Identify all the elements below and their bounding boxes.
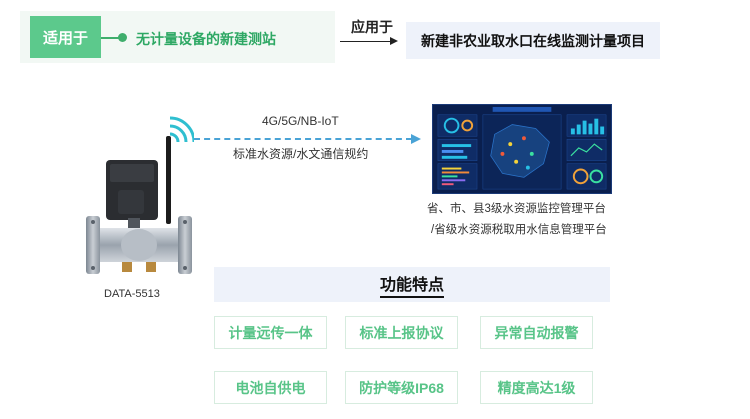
monitoring-dashboard-image (432, 104, 612, 194)
applied-label: 应用于 (351, 19, 393, 35)
arrow-right-icon (411, 134, 421, 144)
arrow-right-icon (390, 37, 398, 45)
wifi-signal-icon (169, 116, 194, 143)
platform-label-line-1: 省、市、县3级水资源监控管理平台 (427, 203, 606, 215)
feature-item: 标准上报协议 (345, 316, 458, 349)
applicable-tag: 适用于 (30, 16, 101, 58)
features-header: 功能特点 (214, 267, 610, 302)
feature-item: 计量远传一体 (214, 316, 327, 349)
feature-item: 电池自供电 (214, 371, 327, 404)
features-title: 功能特点 (379, 271, 444, 298)
feature-item: 精度高达1级 (480, 371, 593, 404)
network-protocol-label: 4G/5G/NB-IoT (262, 114, 339, 128)
flow-meter-device-image (86, 116, 194, 274)
communication-standard-label: 标准水资源/水文通信规约 (233, 147, 369, 161)
feature-item: 防护等级IP68 (345, 371, 458, 404)
project-box: 新建非农业取水口在线监测计量项目 (406, 22, 660, 59)
platform-label-line-2: /省级水资源税取用水信息管理平台 (431, 224, 607, 236)
device-model-label: DATA-5513 (104, 288, 160, 300)
feature-item: 异常自动报警 (480, 316, 593, 349)
applied-arrow-line (340, 41, 392, 42)
applicable-text: 无计量设备的新建测站 (136, 31, 276, 47)
communication-link-line (194, 138, 412, 140)
applicable-bullet (118, 33, 127, 42)
